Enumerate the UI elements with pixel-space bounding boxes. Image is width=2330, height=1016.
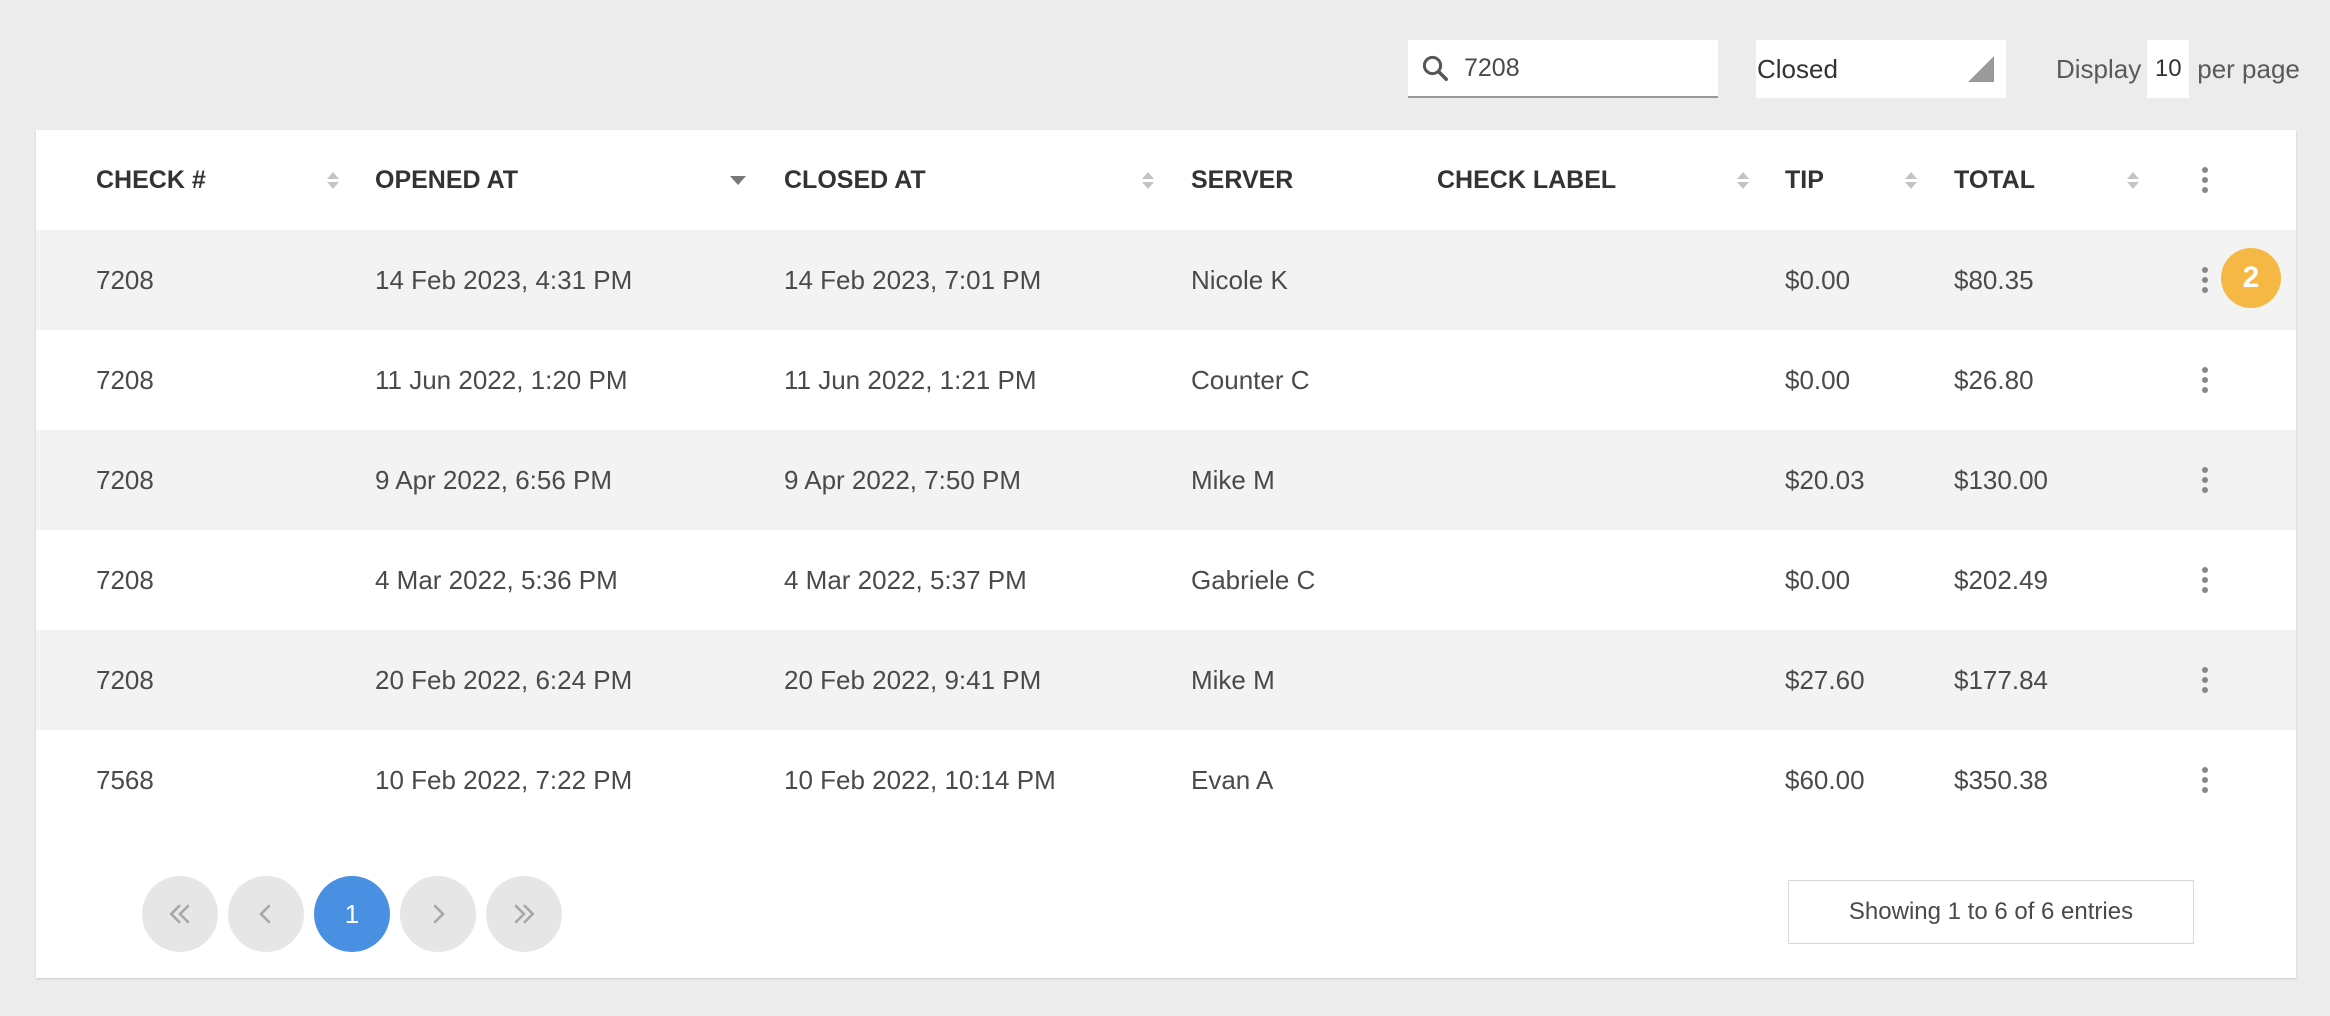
cell-check-number: 7208	[96, 564, 154, 595]
search-box[interactable]	[1408, 40, 1718, 98]
table-row[interactable]: 7208 4 Mar 2022, 5:36 PM 4 Mar 2022, 5:3…	[36, 530, 2296, 630]
row-actions-icon[interactable]	[2195, 630, 2215, 730]
cell-check-number: 7208	[96, 264, 154, 295]
search-icon	[1422, 55, 1448, 81]
previous-page-button[interactable]	[228, 876, 304, 952]
double-chevron-left-icon	[169, 904, 190, 924]
cell-opened-at: 10 Feb 2022, 7:22 PM	[375, 764, 633, 795]
row-actions-icon[interactable]	[2195, 530, 2215, 630]
row-actions-icon[interactable]	[2195, 730, 2215, 830]
table-row[interactable]: 7208 14 Feb 2023, 4:31 PM 14 Feb 2023, 7…	[36, 230, 2296, 330]
cell-tip: $60.00	[1785, 764, 1865, 795]
status-filter-select[interactable]: Closed	[1756, 40, 2006, 98]
sort-icon[interactable]	[1904, 130, 1918, 230]
cell-opened-at: 11 Jun 2022, 1:20 PM	[375, 364, 628, 395]
cell-check-number: 7208	[96, 664, 154, 695]
table-row[interactable]: 7208 9 Apr 2022, 6:56 PM 9 Apr 2022, 7:5…	[36, 430, 2296, 530]
column-header-check-label[interactable]: CHECK LABEL	[1437, 130, 1616, 230]
column-header-tip[interactable]: TIP	[1785, 130, 1824, 230]
table-header: CHECK # OPENED AT CLOSED AT SERVER CHECK…	[36, 130, 2296, 230]
step-badge: 2	[2221, 248, 2281, 308]
cell-total: $177.84	[1954, 664, 2048, 695]
per-page-control: Display 10 per page	[2056, 40, 2300, 98]
row-actions-icon[interactable]	[2195, 330, 2215, 430]
cell-server: Counter C	[1191, 364, 1310, 395]
cell-total: $202.49	[1954, 564, 2048, 595]
next-page-button[interactable]	[400, 876, 476, 952]
pagination: 1	[142, 876, 572, 954]
column-header-total[interactable]: TOTAL	[1954, 130, 2035, 230]
cell-closed-at: 11 Jun 2022, 1:21 PM	[784, 364, 1037, 395]
column-header-closed-at[interactable]: CLOSED AT	[784, 130, 926, 230]
checks-table: CHECK # OPENED AT CLOSED AT SERVER CHECK…	[36, 130, 2296, 978]
cell-check-number: 7208	[96, 464, 154, 495]
cell-opened-at: 14 Feb 2023, 4:31 PM	[375, 264, 633, 295]
cell-opened-at: 20 Feb 2022, 6:24 PM	[375, 664, 633, 695]
sort-icon[interactable]	[1141, 130, 1155, 230]
cell-check-number: 7208	[96, 364, 154, 395]
cell-tip: $0.00	[1785, 564, 1851, 595]
row-actions-icon[interactable]	[2195, 430, 2215, 530]
sort-icon[interactable]	[326, 130, 340, 230]
cell-server: Mike M	[1191, 664, 1275, 695]
cell-total: $80.35	[1954, 264, 2034, 295]
cell-opened-at: 9 Apr 2022, 6:56 PM	[375, 464, 613, 495]
chevron-right-icon	[433, 904, 445, 924]
cell-server: Gabriele C	[1191, 564, 1316, 595]
double-chevron-right-icon	[514, 904, 535, 924]
cell-total: $350.38	[1954, 764, 2048, 795]
cell-tip: $27.60	[1785, 664, 1865, 695]
last-page-button[interactable]	[486, 876, 562, 952]
sort-descending-icon[interactable]	[730, 130, 746, 230]
column-header-check[interactable]: CHECK #	[96, 130, 206, 230]
cell-check-number: 7568	[96, 764, 154, 795]
sort-icon[interactable]	[1736, 130, 1750, 230]
column-options-icon[interactable]	[2195, 130, 2215, 230]
cell-tip: $0.00	[1785, 364, 1851, 395]
per-page-input[interactable]: 10	[2147, 40, 2190, 98]
display-label: Display	[2056, 53, 2142, 84]
row-actions-icon[interactable]	[2195, 230, 2215, 330]
cell-closed-at: 9 Apr 2022, 7:50 PM	[784, 464, 1022, 495]
cell-total: $130.00	[1954, 464, 2048, 495]
dropdown-corner-icon	[1968, 56, 1994, 82]
cell-opened-at: 4 Mar 2022, 5:36 PM	[375, 564, 618, 595]
cell-closed-at: 4 Mar 2022, 5:37 PM	[784, 564, 1027, 595]
cell-tip: $20.03	[1785, 464, 1865, 495]
cell-server: Mike M	[1191, 464, 1275, 495]
sort-icon[interactable]	[2126, 130, 2140, 230]
table-row[interactable]: 7568 10 Feb 2022, 7:22 PM 10 Feb 2022, 1…	[36, 730, 2296, 830]
cell-tip: $0.00	[1785, 264, 1851, 295]
cell-server: Evan A	[1191, 764, 1274, 795]
first-page-button[interactable]	[142, 876, 218, 952]
entries-summary: Showing 1 to 6 of 6 entries	[1788, 880, 2194, 944]
per-page-label: per page	[2197, 53, 2300, 84]
chevron-left-icon	[259, 904, 271, 924]
cell-closed-at: 20 Feb 2022, 9:41 PM	[784, 664, 1042, 695]
table-row[interactable]: 7208 20 Feb 2022, 6:24 PM 20 Feb 2022, 9…	[36, 630, 2296, 730]
cell-total: $26.80	[1954, 364, 2034, 395]
cell-closed-at: 14 Feb 2023, 7:01 PM	[784, 264, 1042, 295]
status-filter-value: Closed	[1757, 53, 1838, 84]
column-header-server: SERVER	[1191, 165, 1294, 194]
table-row[interactable]: 7208 11 Jun 2022, 1:20 PM 11 Jun 2022, 1…	[36, 330, 2296, 430]
page-button-current[interactable]: 1	[314, 876, 390, 952]
cell-server: Nicole K	[1191, 264, 1288, 295]
column-header-opened-at[interactable]: OPENED AT	[375, 130, 518, 230]
search-input[interactable]	[1464, 53, 1684, 83]
cell-closed-at: 10 Feb 2022, 10:14 PM	[784, 764, 1056, 795]
